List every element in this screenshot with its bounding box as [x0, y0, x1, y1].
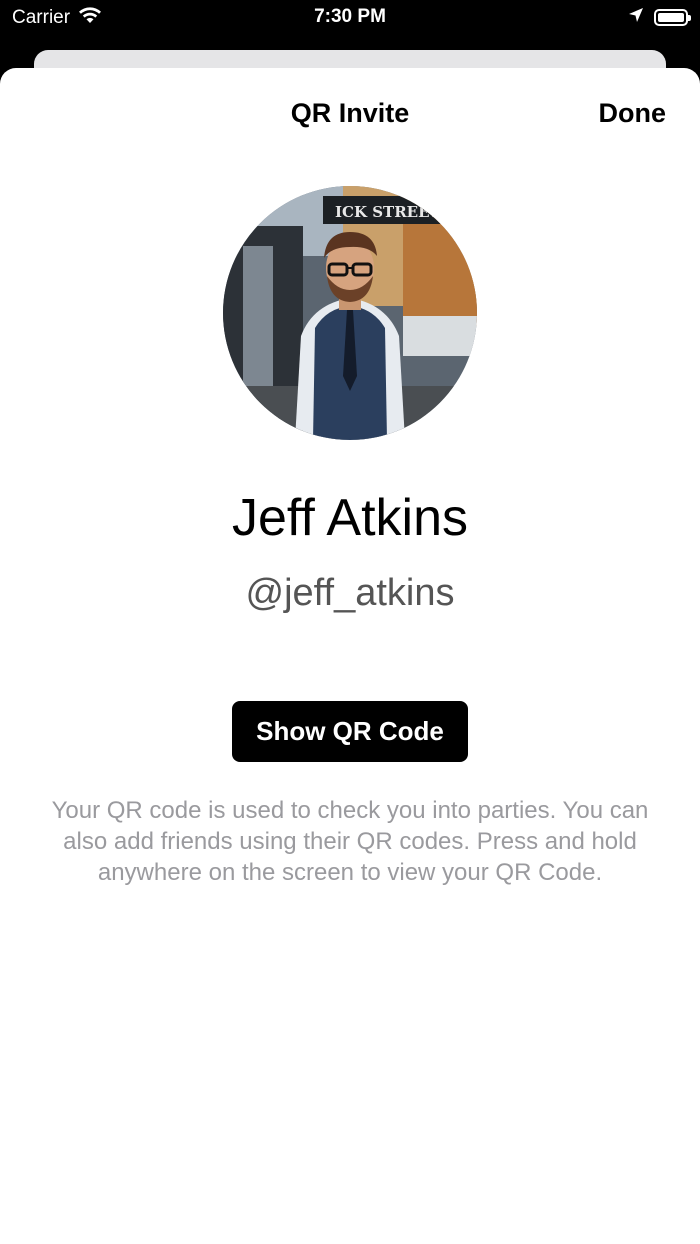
avatar: ICK STREET	[223, 186, 477, 440]
battery-icon	[654, 9, 691, 26]
nav-title: QR Invite	[290, 98, 410, 128]
screen: Carrier 7:30 PM QR Invite Done ICK STREE…	[0, 0, 700, 1244]
qr-description-text: Your QR code is used to check you into p…	[51, 797, 649, 886]
status-bar: Carrier 7:30 PM	[0, 0, 700, 36]
qr-invite-sheet: QR Invite Done ICK STREET Jeff Atkins @j…	[0, 68, 700, 1244]
profile-name: Jeff Atkins	[231, 489, 469, 547]
done-button[interactable]: Done	[599, 98, 667, 129]
profile-handle: @jeff_atkins	[245, 572, 455, 614]
status-time: 7:30 PM	[314, 6, 386, 27]
status-right-icons	[628, 7, 691, 28]
show-qr-code-button[interactable]: Show QR Code	[232, 701, 468, 762]
avatar-sign-text: ICK STREET	[335, 203, 442, 221]
location-arrow-icon	[628, 7, 644, 28]
